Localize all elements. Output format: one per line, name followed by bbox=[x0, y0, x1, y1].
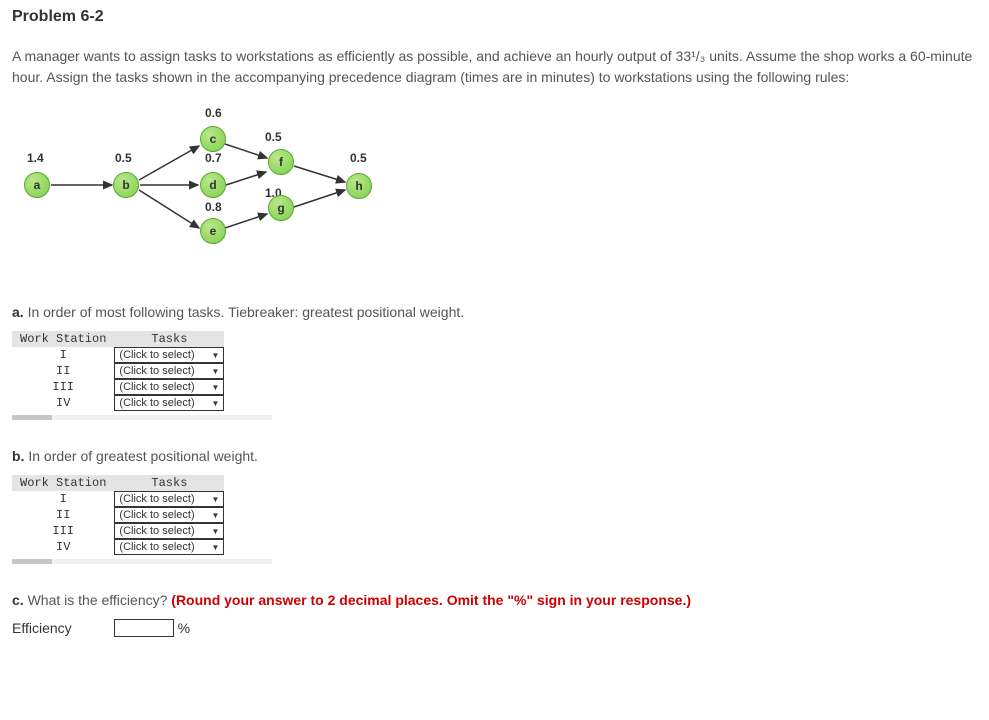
efficiency-unit: % bbox=[178, 620, 190, 636]
time-d: 0.7 bbox=[205, 151, 222, 165]
time-b: 0.5 bbox=[115, 151, 132, 165]
table-row: III (Click to select)▼ bbox=[12, 523, 224, 539]
problem-title: Problem 6-2 bbox=[12, 8, 977, 26]
scrollbar[interactable] bbox=[12, 415, 272, 420]
table-row: I (Click to select)▼ bbox=[12, 347, 224, 363]
table-a: Work Station Tasks I (Click to select)▼ … bbox=[12, 331, 224, 411]
chevron-down-icon: ▼ bbox=[212, 351, 220, 360]
chevron-down-icon: ▼ bbox=[212, 367, 220, 376]
time-a: 1.4 bbox=[27, 151, 44, 165]
chevron-down-icon: ▼ bbox=[212, 543, 220, 552]
node-c: c bbox=[200, 126, 226, 152]
node-a: a bbox=[24, 172, 50, 198]
select-b-2[interactable]: (Click to select)▼ bbox=[114, 507, 224, 523]
table-row: IV (Click to select)▼ bbox=[12, 395, 224, 411]
efficiency-label: Efficiency bbox=[12, 620, 72, 636]
node-e: e bbox=[200, 218, 226, 244]
node-d: d bbox=[200, 172, 226, 198]
select-b-1[interactable]: (Click to select)▼ bbox=[114, 491, 224, 507]
select-a-1[interactable]: (Click to select)▼ bbox=[114, 347, 224, 363]
efficiency-input[interactable] bbox=[114, 619, 174, 637]
table-b: Work Station Tasks I (Click to select)▼ … bbox=[12, 475, 224, 555]
time-h: 0.5 bbox=[350, 151, 367, 165]
problem-intro: A manager wants to assign tasks to works… bbox=[12, 46, 977, 88]
precedence-diagram: 1.4 a 0.5 b 0.6 c 0.7 d 0.8 e 0.5 f 1.0 … bbox=[12, 100, 412, 270]
table-row: I (Click to select)▼ bbox=[12, 491, 224, 507]
select-a-3[interactable]: (Click to select)▼ bbox=[114, 379, 224, 395]
select-a-4[interactable]: (Click to select)▼ bbox=[114, 395, 224, 411]
node-g: g bbox=[268, 195, 294, 221]
table-row: III (Click to select)▼ bbox=[12, 379, 224, 395]
time-e: 0.8 bbox=[205, 200, 222, 214]
part-c-label: c. What is the efficiency? (Round your a… bbox=[12, 590, 977, 611]
time-c: 0.6 bbox=[205, 106, 222, 120]
table-row: IV (Click to select)▼ bbox=[12, 539, 224, 555]
table-a-header-ws: Work Station bbox=[12, 331, 114, 347]
select-b-4[interactable]: (Click to select)▼ bbox=[114, 539, 224, 555]
chevron-down-icon: ▼ bbox=[212, 511, 220, 520]
part-b-label: b. In order of greatest positional weigh… bbox=[12, 446, 977, 467]
table-b-header-ws: Work Station bbox=[12, 475, 114, 491]
table-a-header-tasks: Tasks bbox=[114, 331, 224, 347]
node-h: h bbox=[346, 173, 372, 199]
time-f: 0.5 bbox=[265, 130, 282, 144]
node-b: b bbox=[113, 172, 139, 198]
table-row: II (Click to select)▼ bbox=[12, 363, 224, 379]
chevron-down-icon: ▼ bbox=[212, 495, 220, 504]
chevron-down-icon: ▼ bbox=[212, 383, 220, 392]
select-a-2[interactable]: (Click to select)▼ bbox=[114, 363, 224, 379]
chevron-down-icon: ▼ bbox=[212, 527, 220, 536]
table-row: II (Click to select)▼ bbox=[12, 507, 224, 523]
part-a-label: a. In order of most following tasks. Tie… bbox=[12, 302, 977, 323]
node-f: f bbox=[268, 149, 294, 175]
scrollbar[interactable] bbox=[12, 559, 272, 564]
select-b-3[interactable]: (Click to select)▼ bbox=[114, 523, 224, 539]
chevron-down-icon: ▼ bbox=[212, 399, 220, 408]
table-b-header-tasks: Tasks bbox=[114, 475, 224, 491]
